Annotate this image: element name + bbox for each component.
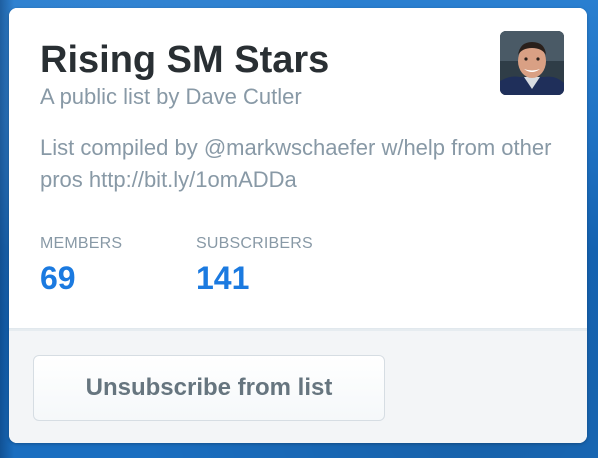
list-description: List compiled by @markwschaefer w/help f… (40, 135, 552, 192)
list-card-body: Rising SM Stars A public list by Dave Cu… (9, 8, 587, 328)
members-stat[interactable]: MEMBERS 69 (40, 233, 122, 296)
members-count[interactable]: 69 (40, 260, 122, 296)
unsubscribe-button[interactable]: Unsubscribe from list (33, 355, 385, 421)
list-card: Rising SM Stars A public list by Dave Cu… (9, 8, 587, 443)
members-label: MEMBERS (40, 235, 123, 252)
list-card-footer: Unsubscribe from list (9, 328, 587, 443)
owner-avatar[interactable] (500, 31, 564, 95)
subscribers-stat[interactable]: SUBSCRIBERS 141 (196, 233, 313, 296)
list-title[interactable]: Rising SM Stars (40, 38, 329, 82)
list-owner-line: A public list by Dave Cutler (40, 84, 302, 109)
subscribers-label: SUBSCRIBERS (196, 235, 313, 252)
subscribers-count[interactable]: 141 (196, 260, 313, 296)
avatar-image (500, 31, 564, 95)
